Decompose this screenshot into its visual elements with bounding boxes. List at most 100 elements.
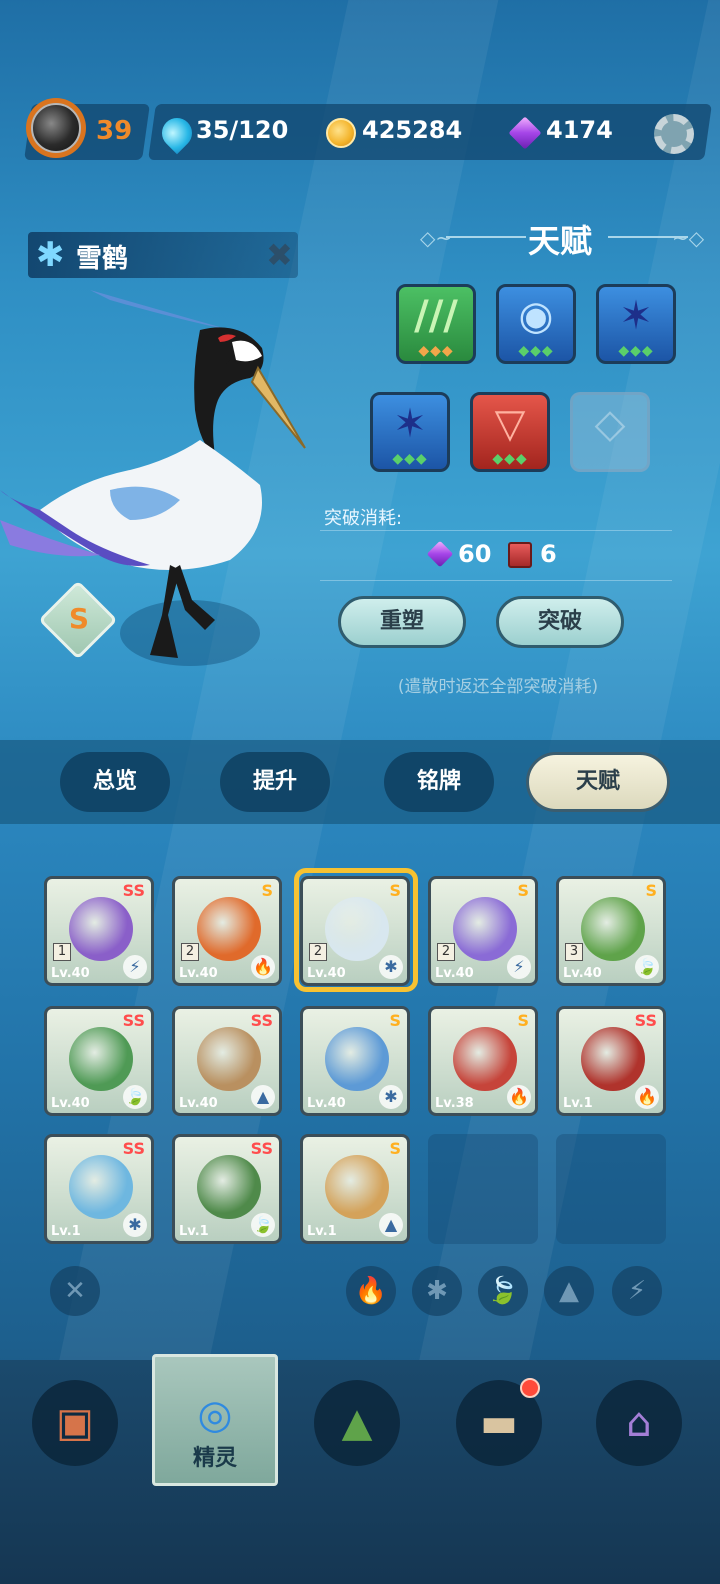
tab-nameplate[interactable]: 铭牌 (384, 752, 494, 812)
spirit-star-count: 2 (181, 943, 199, 961)
earth-filter-icon[interactable]: ▲ (544, 1266, 594, 1316)
talent-pips: ◆◆◆ (518, 343, 554, 359)
spirit-card[interactable]: S Lv.1 ▲ (300, 1134, 410, 1244)
spirit-rank: S (389, 1139, 401, 1158)
spirit-portrait (453, 897, 517, 961)
divider (320, 580, 672, 581)
spirit-portrait (453, 1027, 517, 1091)
close-icon[interactable]: ✖ (266, 236, 293, 274)
spirit-portrait (197, 1155, 261, 1219)
element-icon: ⚡ (123, 955, 147, 979)
element-icon: 🔥 (251, 955, 275, 979)
player-avatar[interactable] (26, 98, 86, 158)
breakthrough-button[interactable]: 突破 (496, 596, 624, 648)
talent-title: 天赋 (527, 222, 592, 260)
spirit-card[interactable]: S 3 Lv.40 🍃 (556, 876, 666, 986)
leaf-filter-icon[interactable]: 🍃 (478, 1266, 528, 1316)
spirit-rank: S (261, 881, 273, 900)
shop-icon: ▣ (56, 1400, 94, 1446)
selection-frame (294, 868, 418, 992)
lightning-filter-icon[interactable]: ⚡ (612, 1266, 662, 1316)
talent-slot-fang[interactable]: ▽ ◆◆◆ (470, 392, 550, 472)
notification-dot (520, 1378, 540, 1398)
avatar-image (31, 103, 81, 153)
clear-filter-icon[interactable]: ✕ (50, 1266, 100, 1316)
spirit-card[interactable]: SS Lv.40 ▲ (172, 1006, 282, 1116)
spirit-portrait (197, 1027, 261, 1091)
spirit-portrait (69, 1027, 133, 1091)
spirit-card[interactable]: SS 1 Lv.40 ⚡ (44, 876, 154, 986)
element-icon: 🍃 (635, 955, 659, 979)
talent-pips: ◆◆◆ (492, 451, 528, 467)
tab-talent[interactable]: 天赋 (526, 752, 670, 812)
fire-filter-icon[interactable]: 🔥 (346, 1266, 396, 1316)
talent-pips: ◆◆◆ (392, 451, 428, 467)
spirit-rank: SS (250, 1011, 273, 1030)
spirit-level: Lv.40 (563, 966, 602, 981)
talent-pips: ◆◆◆ (618, 343, 654, 359)
spirit-card[interactable]: SS Lv.1 🍃 (172, 1134, 282, 1244)
spirit-rank: S (645, 881, 657, 900)
spirit-level: Lv.1 (51, 1224, 81, 1239)
talent-slot-claw[interactable]: /// ◆◆◆ (396, 284, 476, 364)
book-cost-value: 6 (540, 540, 557, 568)
player-level: 39 (96, 116, 133, 146)
spirit-rank: SS (250, 1139, 273, 1158)
spirit-level: Lv.40 (51, 966, 90, 981)
spirit-card[interactable]: SS Lv.1 🔥 (556, 1006, 666, 1116)
location-pin-icon: ⌂ (626, 1400, 652, 1446)
talent-slot-star-2[interactable]: ✶ ◆◆◆ (370, 392, 450, 472)
element-icon: 🔥 (635, 1085, 659, 1109)
tab-upgrade[interactable]: 提升 (220, 752, 330, 812)
talent-slot-eye[interactable]: ◉ ◆◆◆ (496, 284, 576, 364)
claw-icon: /// (414, 293, 458, 339)
spirit-level: Lv.1 (307, 1224, 337, 1239)
element-icon: 🍃 (123, 1085, 147, 1109)
coin-icon (326, 118, 356, 148)
talent-slot-star[interactable]: ✶ ◆◆◆ (596, 284, 676, 364)
spirit-portrait (325, 1027, 389, 1091)
spirit-rank: S (517, 881, 529, 900)
element-icon: ✱ (379, 1085, 403, 1109)
nav-map[interactable]: ▲ (314, 1380, 400, 1466)
ice-filter-icon[interactable]: ✱ (412, 1266, 462, 1316)
ornament-right-icon: ~◇ (672, 226, 705, 250)
eye-icon: ◉ (518, 293, 554, 339)
spirit-rank: SS (122, 1139, 145, 1158)
rank-letter: S (68, 602, 90, 635)
spirit-card[interactable]: SS Lv.40 🍃 (44, 1006, 154, 1116)
spirit-level: Lv.1 (563, 1096, 593, 1111)
spirit-card[interactable]: S 2 Lv.40 ⚡ (428, 876, 538, 986)
fang-icon: ▽ (494, 401, 526, 447)
gem-cost-icon (426, 540, 454, 568)
spirit-portrait (69, 897, 133, 961)
break-cost-label: 突破消耗: (324, 508, 403, 529)
mountain-icon: ▲ (341, 1400, 373, 1446)
settings-gear-icon[interactable] (654, 114, 694, 154)
spirit-level: Lv.40 (51, 1096, 90, 1111)
spirit-level: Lv.40 (179, 1096, 218, 1111)
empty-slot (428, 1134, 538, 1244)
star-burst-icon: ✶ (619, 293, 653, 339)
gem-value[interactable]: 4174 (546, 116, 613, 144)
spirit-rank: S (517, 1011, 529, 1030)
spirit-card[interactable]: SS Lv.1 ✱ (44, 1134, 154, 1244)
element-icon: ▲ (251, 1085, 275, 1109)
spirit-card[interactable]: S Lv.40 ✱ (300, 1006, 410, 1116)
spirit-card[interactable]: S 2 Lv.40 🔥 (172, 876, 282, 986)
stamina-value[interactable]: 35/120 (196, 116, 288, 144)
element-icon: 🍃 (251, 1213, 275, 1237)
talent-slot-locked[interactable]: ◇ (570, 392, 650, 472)
spirit-portrait (69, 1155, 133, 1219)
nav-shop[interactable]: ▣ (32, 1380, 118, 1466)
tab-overview[interactable]: 总览 (60, 752, 170, 812)
spirit-card[interactable]: S Lv.38 🔥 (428, 1006, 538, 1116)
reshape-button[interactable]: 重塑 (338, 596, 466, 648)
element-icon: ▲ (379, 1213, 403, 1237)
coin-value[interactable]: 425284 (362, 116, 462, 144)
nav-spirit-label: 精灵 (192, 1446, 237, 1471)
element-icon: ✱ (123, 1213, 147, 1237)
nav-location[interactable]: ⌂ (596, 1380, 682, 1466)
spirit-level: Lv.40 (179, 966, 218, 981)
spirit-rank: SS (634, 1011, 657, 1030)
